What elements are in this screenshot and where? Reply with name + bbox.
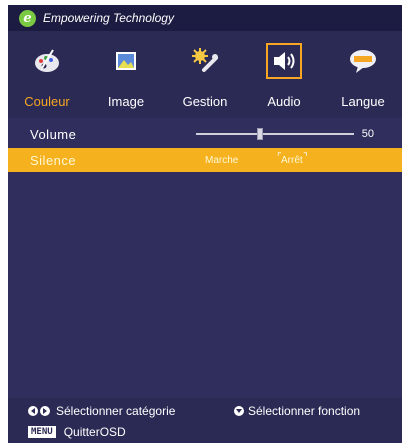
hint-select-category-label: Sélectionner catégorie: [56, 404, 176, 418]
speaker-icon: [266, 43, 302, 79]
settings-content: Volume 50 Silence Marche ⌜ Arrêt ⌝: [8, 118, 402, 398]
volume-slider[interactable]: [196, 128, 354, 140]
silence-row[interactable]: Silence Marche ⌜ Arrêt ⌝: [8, 148, 402, 172]
right-arrow-icon: [40, 406, 50, 416]
footer-hints: Sélectionner catégorie Sélectionner fonc…: [8, 398, 402, 443]
volume-row[interactable]: Volume 50: [8, 122, 402, 146]
tab-image[interactable]: Image: [87, 41, 165, 117]
menu-key-icon: MENU: [28, 426, 56, 438]
tab-langue-label: Langue: [341, 94, 385, 109]
silence-option-arret-label: Arrêt: [281, 154, 303, 166]
tab-couleur[interactable]: Couleur: [8, 41, 86, 117]
silence-option-marche[interactable]: Marche: [205, 155, 238, 166]
tab-gestion-label: Gestion: [182, 94, 228, 109]
selection-bracket-right: ⌝: [302, 151, 308, 163]
tab-audio[interactable]: Audio: [245, 41, 323, 117]
title-bar: e Empowering Technology: [8, 5, 402, 31]
hint-quit: MENU QuitterOSD: [28, 425, 126, 439]
tab-langue[interactable]: Langue: [324, 41, 402, 117]
osd-panel: e Empowering Technology Couleur Image Ge…: [8, 5, 402, 443]
language-icon: [345, 43, 381, 79]
silence-option-arret[interactable]: ⌜ Arrêt ⌝: [277, 152, 308, 166]
left-arrow-icon: [28, 406, 38, 416]
volume-slider-thumb[interactable]: [257, 128, 263, 140]
tab-image-label: Image: [107, 94, 145, 109]
empowering-logo-icon: e: [19, 9, 36, 27]
selection-bracket-left: ⌜: [277, 151, 282, 163]
image-icon: [108, 43, 144, 79]
hint-select-function-label: Sélectionner fonction: [248, 404, 361, 418]
management-icon: [187, 43, 223, 79]
hint-select-category: Sélectionner catégorie: [28, 404, 175, 418]
volume-value: 50: [361, 128, 374, 140]
silence-label: Silence: [30, 152, 77, 168]
volume-label: Volume: [30, 126, 77, 142]
category-tabs: Couleur Image Gestion Audio Langue: [8, 41, 402, 117]
tab-gestion[interactable]: Gestion: [166, 41, 244, 117]
down-arrow-icon: [234, 406, 244, 416]
tab-audio-label: Audio: [267, 94, 301, 109]
brand-text: Empowering Technology: [43, 11, 174, 25]
hint-select-function: Sélectionner fonction: [234, 404, 360, 418]
hint-quit-label: QuitterOSD: [63, 425, 126, 439]
palette-icon: [29, 43, 65, 79]
tab-couleur-label: Couleur: [24, 94, 70, 109]
